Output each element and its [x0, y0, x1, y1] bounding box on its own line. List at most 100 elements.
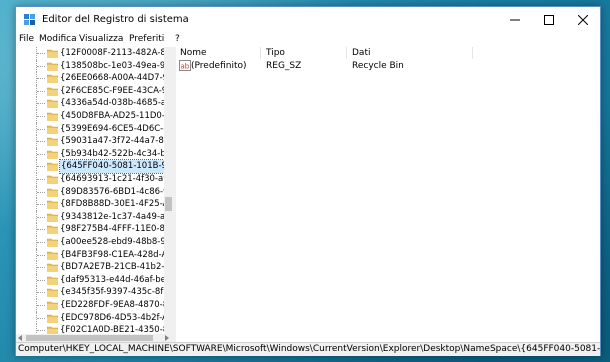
- tree-connector: [36, 324, 47, 334]
- tree-item[interactable]: {5b934b42-522b-4c34-bbfe: [16, 147, 173, 161]
- column-header-data[interactable]: Dati: [352, 47, 473, 59]
- tree-item[interactable]: {a00ee528-ebd9-48b8-944: [16, 236, 173, 249]
- tree-item-label: {F02C1A0D-BE21-4350-88E: [60, 325, 174, 334]
- menu-visualizza[interactable]: Visualizza: [79, 34, 123, 44]
- tree-item[interactable]: {645FF040-5081-101B-9F08: [16, 159, 173, 174]
- tree-connector: [37, 242, 45, 243]
- tree-item[interactable]: {2F6CE85C-F9EE-43CA-90C: [16, 84, 173, 98]
- folder-icon: [46, 62, 59, 71]
- value-data: Recycle Bin: [352, 61, 404, 71]
- tree-item[interactable]: {98F275B4-4FFF-11E0-89E2: [16, 223, 173, 236]
- tree-item[interactable]: {EDC978D6-4D53-4b2f-A0: [16, 311, 173, 325]
- folder-icon: [46, 99, 59, 109]
- tree-item-label: {4336a54d-038b-4685-ab0: [60, 98, 174, 109]
- tree-connector: [37, 128, 45, 130]
- tree-connector: [37, 254, 45, 256]
- tree-connector: [37, 90, 45, 92]
- folder-icon: [46, 276, 59, 286]
- tree-item[interactable]: {8FD8B88D-30E1-4F25-AC2: [16, 198, 173, 211]
- menu-preferiti[interactable]: Preferiti: [129, 34, 164, 44]
- tree-item[interactable]: {450D8FBA-AD25-11D0-98: [16, 110, 173, 123]
- folder-icon: [46, 188, 59, 197]
- tree-item[interactable]: {F02C1A0D-BE21-4350-88E: [16, 324, 173, 334]
- tree-item-label: {BD7A2E7B-21CB-41b2-A0: [60, 262, 174, 273]
- tree-connector: [37, 78, 45, 80]
- minimize-button[interactable]: [498, 7, 532, 33]
- folder-icon: [46, 225, 59, 235]
- tree-item-label: {26EE0668-A00A-44D7-937: [60, 73, 174, 84]
- tree-item[interactable]: {daf95313-e44d-46af-be1b: [16, 273, 173, 287]
- registry-path: Computer\HKEY_LOCAL_MACHINE\SOFTWARE\Mic…: [18, 344, 600, 354]
- folder-icon: [46, 150, 59, 160]
- tree-item[interactable]: {e345f35f-9397-435c-8f95-: [16, 286, 173, 299]
- tree-item-label: {2F6CE85C-F9EE-43CA-90C: [60, 85, 174, 96]
- window-title: Editor del Registro di sistema: [42, 14, 189, 25]
- tree-connector: [37, 267, 45, 269]
- status-bar: Computer\HKEY_LOCAL_MACHINE\SOFTWARE\Mic…: [16, 342, 600, 356]
- close-button[interactable]: [566, 7, 600, 33]
- tree-connector: [37, 317, 45, 319]
- tree-item-label: {12F0008F-2113-482A-80B: [60, 48, 174, 58]
- column-header-type[interactable]: Tipo: [266, 47, 347, 59]
- tree-item-label: {64693913-1c21-4f30-a98f: [60, 174, 174, 184]
- column-header-name[interactable]: Nome: [180, 47, 261, 59]
- tree-scroll-thumb[interactable]: [165, 197, 172, 211]
- scroll-right-icon[interactable]: [164, 335, 170, 341]
- tree-item[interactable]: {5399E694-6CE5-4D6C-8FC: [16, 122, 173, 136]
- tree-item[interactable]: {138508bc-1e03-49ea-9c8: [16, 59, 173, 73]
- tree-connector: [37, 179, 45, 180]
- tree-item[interactable]: {26EE0668-A00A-44D7-937: [16, 72, 173, 85]
- tree-item-label: {98F275B4-4FFF-11E0-89E2: [60, 224, 174, 235]
- menu-bar: File Modifica Visualizza Preferiti ?: [16, 33, 600, 47]
- tree-item[interactable]: {B4FB3F98-C1EA-428d-A78: [16, 248, 173, 262]
- tree-item[interactable]: {59031a47-3f72-44a7-89c5: [16, 135, 173, 148]
- folder-icon: [46, 288, 59, 298]
- tree-item-label: {89D83576-6BD1-4c86-945: [60, 186, 174, 197]
- folder-icon: [46, 87, 59, 97]
- tree-item-label: {9343812e-1c37-4a49-a12e: [60, 211, 174, 222]
- tree-connector: [37, 330, 45, 332]
- tree-item-label: {59031a47-3f72-44a7-89c5: [60, 136, 174, 147]
- folder-icon: [46, 112, 59, 122]
- folder-icon: [46, 49, 59, 59]
- maximize-button[interactable]: [532, 7, 566, 33]
- minimize-icon: [510, 19, 520, 21]
- menu-help[interactable]: ?: [175, 34, 180, 44]
- folder-icon: [46, 301, 59, 311]
- tree-item-label: {EDC978D6-4D53-4b2f-A0: [60, 312, 174, 323]
- tree-item-label: {daf95313-e44d-46af-be1b: [60, 274, 174, 285]
- registry-editor-window: Editor del Registro di sistema File Modi…: [15, 6, 601, 356]
- tree-item-label: {e345f35f-9397-435c-8f95-: [60, 287, 174, 298]
- tree-connector: [37, 204, 45, 206]
- title-bar[interactable]: Editor del Registro di sistema: [16, 7, 600, 33]
- tree-hscroll-thumb[interactable]: [26, 335, 153, 341]
- tree-item[interactable]: {4336a54d-038b-4685-ab0: [16, 97, 173, 110]
- tree-item[interactable]: {ED228FDF-9EA8-4870-83b: [16, 299, 173, 312]
- tree-horizontal-scrollbar[interactable]: [16, 334, 173, 342]
- tree-connector: [37, 191, 45, 193]
- folder-icon: [46, 175, 59, 185]
- tree-item-label: {645FF040-5081-101B-9F08: [59, 159, 173, 174]
- value-type: REG_SZ: [266, 61, 302, 71]
- values-list: Nome Tipo Dati ab (Predefinito) REG_SZ R…: [176, 47, 600, 342]
- tree-item[interactable]: {9343812e-1c37-4a49-a12e: [16, 210, 173, 224]
- tree-vertical-scrollbar[interactable]: [164, 47, 173, 334]
- menu-file[interactable]: File: [19, 34, 34, 44]
- regedit-icon: [23, 13, 37, 27]
- tree-item[interactable]: {12F0008F-2113-482A-80B: [16, 47, 173, 60]
- registry-tree-pane[interactable]: {12F0008F-2113-482A-80B {138508bc-1e03-49…: [16, 47, 174, 334]
- tree-item[interactable]: {89D83576-6BD1-4c86-945: [16, 185, 173, 199]
- folder-icon: [46, 125, 59, 134]
- maximize-icon: [544, 15, 554, 25]
- scroll-left-icon[interactable]: [17, 335, 23, 341]
- folder-icon: [46, 238, 59, 248]
- menu-modifica[interactable]: Modifica: [39, 34, 77, 44]
- tree-item[interactable]: {64693913-1c21-4f30-a98f: [16, 173, 173, 186]
- folder-icon: [46, 74, 59, 84]
- tree-item-label: {8FD8B88D-30E1-4F25-AC2: [60, 199, 174, 210]
- tree-item-label: {450D8FBA-AD25-11D0-98: [60, 111, 174, 121]
- tree-connector: [37, 116, 45, 117]
- tree-connector: [37, 166, 45, 168]
- tree-item[interactable]: {BD7A2E7B-21CB-41b2-A0: [16, 261, 173, 274]
- string-value-icon: ab: [179, 60, 191, 74]
